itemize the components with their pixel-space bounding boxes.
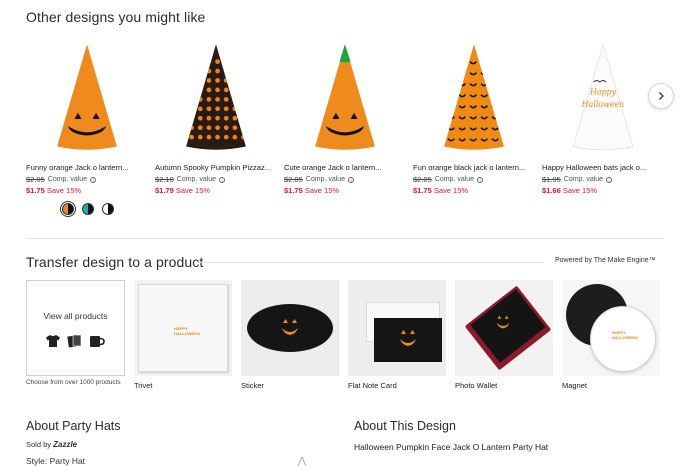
info-icon[interactable]: i xyxy=(348,176,355,183)
sale-price: $1.79 xyxy=(155,186,174,195)
transfer-product-image[interactable] xyxy=(455,280,553,376)
info-icon[interactable]: i xyxy=(90,176,97,183)
transfer-product-label[interactable]: Trivet xyxy=(134,381,232,390)
product-title[interactable]: Funny orange Jack o lantern... xyxy=(26,163,148,172)
discount-label: Save 15% xyxy=(175,186,211,195)
comp-value-row: $2.05 Comp. value i xyxy=(284,175,406,184)
party-hat-image[interactable] xyxy=(26,38,148,156)
color-swatch[interactable] xyxy=(60,201,76,217)
comp-value-row: $2.05 Comp. value i xyxy=(26,175,148,184)
svg-text:Happy: Happy xyxy=(589,88,617,97)
comp-value-label: Comp. value xyxy=(47,176,88,183)
product-card[interactable]: Cute orange Jack o lantern... $2.05 Comp. … xyxy=(284,38,406,195)
info-icon[interactable]: i xyxy=(606,176,613,183)
transfer-product-tile[interactable]: HAPPY HALLOWEEN Magnet xyxy=(562,280,660,390)
sold-by-line: Sold by Zazzle xyxy=(26,440,77,449)
sale-price-row: $1.75 Save 15% xyxy=(26,186,148,195)
discount-label: Save 15% xyxy=(304,186,340,195)
title-rule xyxy=(196,262,544,263)
comp-value-row: $2.10 Comp. value i xyxy=(155,175,277,184)
transfer-product-label[interactable]: Magnet xyxy=(562,381,660,390)
section-title-other-designs: Other designs you might like xyxy=(26,9,206,25)
transfer-product-tile[interactable]: Flat Note Card xyxy=(348,280,446,390)
seller-name[interactable]: Zazzle xyxy=(53,440,77,449)
party-hat-image[interactable] xyxy=(155,38,277,156)
comp-value-label: Comp. value xyxy=(176,176,217,183)
mug-icon xyxy=(90,336,105,347)
section-divider xyxy=(26,238,664,239)
product-title[interactable]: Autumn Spooky Pumpkin Pizzaz... xyxy=(155,163,277,172)
sale-price: $1.75 xyxy=(284,186,303,195)
discount-label: Save 15% xyxy=(46,186,82,195)
transfer-product-image[interactable] xyxy=(348,280,446,376)
cards-icon xyxy=(67,334,82,348)
old-price: $2.05 xyxy=(413,175,432,184)
sale-price: $1.75 xyxy=(26,186,45,195)
tshirt-icon xyxy=(46,335,60,347)
color-swatches xyxy=(60,201,114,217)
design-name: Halloween Pumpkin Face Jack O Lantern Pa… xyxy=(354,442,549,452)
chevron-right-icon xyxy=(659,92,664,100)
product-title[interactable]: Happy Halloween bats jack o... xyxy=(542,163,664,172)
powered-by-text[interactable]: Powered by The Make Engine™ xyxy=(555,257,656,264)
transfer-product-tile[interactable]: HAPPY HALLOWEEN Trivet xyxy=(134,280,232,390)
product-card[interactable]: Autumn Spooky Pumpkin Pizzaz... $2.10 Comp… xyxy=(155,38,277,195)
product-card[interactable]: Fun orange black jack o lantern... $2.05 C… xyxy=(413,38,535,195)
comp-value-label: Comp. value xyxy=(434,176,475,183)
about-design-title: About This Design xyxy=(354,419,456,433)
product-card[interactable]: Happy Halloween Happy Halloween bats jack … xyxy=(542,38,664,195)
party-hat-image[interactable]: Happy Halloween xyxy=(542,38,664,156)
party-hat-image[interactable] xyxy=(284,38,406,156)
old-price: $2.10 xyxy=(155,175,174,184)
view-all-label: View all products xyxy=(43,311,108,321)
view-all-products-tile[interactable]: View all products xyxy=(26,280,125,376)
info-icon[interactable]: i xyxy=(219,176,226,183)
comp-value-label: Comp. value xyxy=(305,176,346,183)
svg-text:Halloween: Halloween xyxy=(581,100,624,109)
hat-outline-icon xyxy=(297,456,307,466)
comp-value-row: $2.05 Comp. value i xyxy=(413,175,535,184)
old-price: $2.05 xyxy=(26,175,45,184)
style-line: Style: Party Hat xyxy=(26,456,86,466)
sale-price-row: $1.75 Save 15% xyxy=(284,186,406,195)
comp-value-label: Comp. value xyxy=(563,176,604,183)
sale-price: $1.75 xyxy=(413,186,432,195)
old-price: $2.05 xyxy=(284,175,303,184)
info-icon[interactable]: i xyxy=(477,176,484,183)
transfer-product-image[interactable]: HAPPY HALLOWEEN xyxy=(134,280,232,376)
transfer-product-label[interactable]: Photo Wallet xyxy=(455,381,553,390)
color-swatch[interactable] xyxy=(82,203,94,215)
carousel-next-button[interactable] xyxy=(648,83,674,109)
transfer-product-label[interactable]: Sticker xyxy=(241,381,339,390)
sale-price-row: $1.79 Save 15% xyxy=(155,186,277,195)
product-title[interactable]: Cute orange Jack o lantern... xyxy=(284,163,406,172)
sale-price-row: $1.66 Save 15% xyxy=(542,186,664,195)
sale-price: $1.66 xyxy=(542,186,561,195)
choose-products-text: Choose from over 1000 products xyxy=(26,379,121,386)
party-hat-image[interactable] xyxy=(413,38,535,156)
about-party-hats-title: About Party Hats xyxy=(26,419,121,433)
comp-value-row: $1.95 Comp. value i xyxy=(542,175,664,184)
sale-price-row: $1.75 Save 15% xyxy=(413,186,535,195)
discount-label: Save 15% xyxy=(433,186,469,195)
discount-label: Save 15% xyxy=(562,186,598,195)
product-card[interactable]: Funny orange Jack o lantern... $2.05 Comp.… xyxy=(26,38,148,195)
transfer-product-tile[interactable]: Sticker xyxy=(241,280,339,390)
old-price: $1.95 xyxy=(542,175,561,184)
transfer-product-tile[interactable]: Photo Wallet xyxy=(455,280,553,390)
color-swatch[interactable] xyxy=(102,203,114,215)
sold-by-label: Sold by xyxy=(26,440,52,449)
transfer-product-image[interactable] xyxy=(241,280,339,376)
product-title[interactable]: Fun orange black jack o lantern... xyxy=(413,163,535,172)
section-title-transfer: Transfer design to a product xyxy=(26,254,204,270)
transfer-product-image[interactable]: HAPPY HALLOWEEN xyxy=(562,280,660,376)
transfer-product-label[interactable]: Flat Note Card xyxy=(348,381,446,390)
